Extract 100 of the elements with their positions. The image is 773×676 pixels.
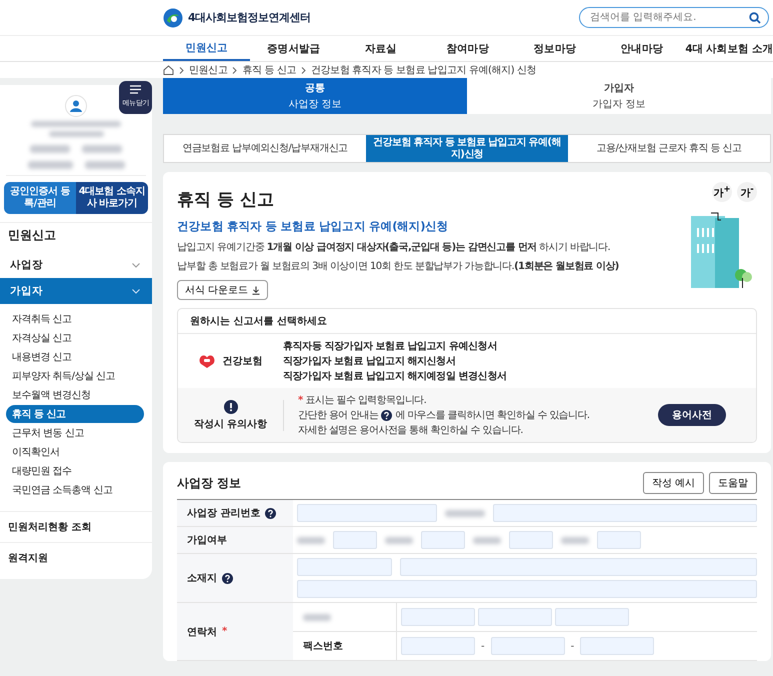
input-field[interactable] xyxy=(297,558,392,576)
table-header-cell: 소재지 xyxy=(177,554,293,603)
help-icon[interactable] xyxy=(381,410,392,420)
help-icon[interactable] xyxy=(222,572,233,584)
input-field[interactable] xyxy=(478,608,552,626)
glossary-button[interactable]: 용어사전 xyxy=(658,404,726,426)
heart-icon xyxy=(198,354,214,368)
nav-tab[interactable]: 4대 사회보험 소개 xyxy=(685,36,773,61)
form-tab[interactable]: 연금보험료 납부예외신청/납부재개신고 xyxy=(164,135,366,162)
note-text: 표시는 필수 입력항목입니다. xyxy=(306,394,426,407)
form-tab[interactable]: 고용/산재보험 근로자 휴직 등 신고 xyxy=(568,135,770,162)
blurred-text xyxy=(445,510,485,516)
site-logo-text[interactable]: 4대사회보험정보연계센터 xyxy=(188,10,311,25)
blurred-text xyxy=(561,536,589,544)
note-text: 자세한 설명은 용어사전을 통해 확인하실 수 있습니다. xyxy=(298,424,523,437)
nav-tab[interactable]: 정보마당 xyxy=(511,36,598,61)
form-link[interactable]: 휴직자등 직장가입자 보험료 납입고지 유예신청서 xyxy=(283,339,507,353)
search-field[interactable]: 검색어를 입력해주세요. xyxy=(579,7,769,28)
step-tab[interactable]: 공통 사업장 정보 xyxy=(163,78,467,114)
sidebar-group[interactable]: 가입자 xyxy=(0,278,152,304)
breadcrumb-link[interactable]: 휴직 등 신고 xyxy=(242,63,296,77)
nav-tab[interactable]: 자료실 xyxy=(337,36,424,61)
avatar-icon xyxy=(65,95,87,117)
quick-link-button[interactable]: 공인인증서 등록/관리 xyxy=(4,182,76,214)
form-link[interactable]: 직장가입자 보험료 납입고지 해지신청서 xyxy=(283,354,507,368)
blurred-text xyxy=(30,145,70,153)
separator-text: - xyxy=(570,640,576,652)
notes-title: 작성시 유의사항 xyxy=(194,418,268,430)
font-size-button[interactable]: 가$^{+}$ xyxy=(712,182,732,202)
sidebar-item[interactable]: 이직확인서 xyxy=(6,443,144,461)
notice-text: 납부할 총 보험료가 월 보험료의 3배 이상이면 10회 한도 분할납부가 가능합니다.(1회분은 월보험료 이상) xyxy=(177,260,619,273)
panel-heading: 원하시는 신고서를 선택하세요 xyxy=(178,309,756,334)
table-header-cell: 사업장 관리번호 xyxy=(177,500,293,527)
page-subtitle: 건강보험 휴직자 등 보험료 납입고지 유예(해지)신청 xyxy=(177,219,450,234)
notice-text: 납입고지 유예기간중 1개월 이상 급여정지 대상자(출국,군입대 등)는 감면신고를 먼저 하시기 바랍니다. xyxy=(177,241,612,254)
input-field[interactable] xyxy=(421,531,465,549)
blurred-text xyxy=(82,145,122,153)
quick-link-button[interactable]: 4대보험 소속지사 바로가기 xyxy=(76,182,148,214)
input-field[interactable] xyxy=(333,531,377,549)
chevron-icon xyxy=(300,66,306,74)
search-icon[interactable] xyxy=(749,12,761,24)
breadcrumb-link[interactable]: 건강보험 휴직자 등 보험료 납입고지 유예(해지) 신청 xyxy=(310,63,536,77)
chevron-icon xyxy=(232,66,238,74)
input-field[interactable] xyxy=(580,637,654,655)
field-label: 팩스번호 xyxy=(303,640,343,653)
note-text: 에 마우스를 클릭하시면 확인하실 수 있습니다. xyxy=(395,409,590,422)
font-size-button[interactable]: 가$^{-}$ xyxy=(737,182,757,202)
required-mark: * xyxy=(298,394,303,406)
sidebar-link[interactable]: 원격지원 xyxy=(0,542,152,573)
input-field[interactable] xyxy=(400,558,757,576)
input-field[interactable] xyxy=(597,531,641,549)
sidebar-item[interactable]: 휴직 등 신고 xyxy=(6,405,144,423)
sidebar-item[interactable]: 국민연금 소득총액 신고 xyxy=(6,481,144,499)
chevron-icon xyxy=(132,262,140,268)
input-field[interactable] xyxy=(493,504,757,522)
input-field[interactable] xyxy=(490,637,565,655)
input-field[interactable] xyxy=(297,580,757,598)
home-icon[interactable] xyxy=(163,65,174,75)
blurred-text xyxy=(297,536,325,544)
menu-icon xyxy=(130,85,141,94)
outline-button[interactable]: 도움말 xyxy=(709,472,757,494)
separator-text: - xyxy=(480,640,486,652)
sidebar-group[interactable]: 사업장 xyxy=(0,252,152,278)
sidebar-item[interactable]: 피부양자 취득/상실 신고 xyxy=(6,367,144,385)
nav-tab[interactable]: 참여마당 xyxy=(424,36,512,61)
help-icon[interactable] xyxy=(265,508,276,518)
blurred-text xyxy=(303,614,331,620)
blurred-text xyxy=(473,536,501,544)
insurer-label: 건강보험 xyxy=(222,355,262,368)
download-icon xyxy=(252,286,260,294)
input-field[interactable] xyxy=(401,608,475,626)
chevron-icon xyxy=(179,66,184,74)
blurred-text xyxy=(385,536,413,544)
input-field[interactable] xyxy=(509,531,553,549)
form-tab[interactable]: 건강보험 휴직자 등 보험료 납입고지 유예(해지)신청 xyxy=(366,135,568,162)
input-field[interactable] xyxy=(297,504,437,522)
table-header-cell: 가입여부 xyxy=(177,527,293,554)
sidebar-item[interactable]: 대량민원 접수 xyxy=(6,462,144,480)
page-title: 휴직 등 신고 xyxy=(177,189,275,211)
outline-button[interactable]: 작성 예시 xyxy=(642,472,704,494)
sidebar-link[interactable]: 민원처리현황 조회 xyxy=(0,511,152,542)
chevron-icon xyxy=(132,288,140,294)
logo-icon xyxy=(163,8,183,28)
input-field[interactable] xyxy=(401,637,475,655)
nav-tab[interactable]: 안내마당 xyxy=(598,36,686,61)
blurred-text xyxy=(84,161,124,169)
breadcrumb-link[interactable]: 민원신고 xyxy=(189,63,228,77)
input-field[interactable] xyxy=(555,608,629,626)
nav-tab[interactable]: 증명서발급 xyxy=(250,36,338,61)
sidebar-item[interactable]: 내용변경 신고 xyxy=(6,348,144,366)
sidebar-item[interactable]: 보수월액 변경신청 xyxy=(6,386,144,404)
sidebar-item[interactable]: 자격상실 신고 xyxy=(6,329,144,347)
step-tab[interactable]: 가입자 가입자 정보 xyxy=(467,78,771,114)
blurred-text xyxy=(48,131,104,137)
sidebar-item[interactable]: 근무처 변동 신고 xyxy=(6,424,144,442)
form-download-button[interactable]: 서식 다운로드 xyxy=(177,280,268,300)
note-text: 간단한 용어 안내는 xyxy=(298,409,378,422)
section-title: 사업장 정보 xyxy=(177,474,242,492)
sidebar-item[interactable]: 자격취득 신고 xyxy=(6,310,144,328)
form-link[interactable]: 직장가입자 보험료 납입고지 해지예정일 변경신청서 xyxy=(283,369,507,383)
